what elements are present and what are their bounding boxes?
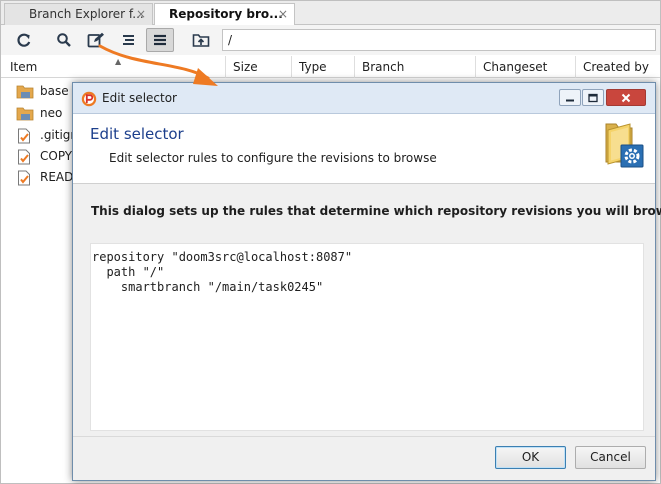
list-item-base[interactable]: base: [1, 81, 81, 102]
close-icon[interactable]: ×: [136, 4, 146, 24]
menu-icon: [154, 34, 166, 46]
file-icon: [18, 128, 30, 144]
tab-repository-browser[interactable]: Repository bro... ×: [154, 3, 295, 26]
list-item-neo[interactable]: neo: [1, 103, 81, 124]
tab-repository-browser-label: Repository bro...: [169, 7, 283, 21]
file-icon: [18, 170, 30, 186]
list-item-label: base: [40, 84, 69, 98]
list-item-readme[interactable]: READM: [1, 167, 84, 188]
close-button[interactable]: [606, 89, 646, 106]
list-view-button[interactable]: [115, 28, 141, 52]
go-to-parent-button[interactable]: [188, 28, 214, 52]
header-description: Edit selector rules to configure the rev…: [109, 151, 437, 165]
search-button[interactable]: [51, 28, 77, 52]
folder-icon: [16, 85, 34, 99]
edit-selector-button[interactable]: [83, 28, 109, 52]
list-item-label: COPYI: [40, 149, 76, 163]
ok-button[interactable]: OK: [495, 446, 566, 469]
plastic-logo-icon: [81, 91, 97, 107]
search-icon: [57, 33, 71, 47]
tab-branch-explorer-label: Branch Explorer f...: [29, 7, 144, 21]
minimize-button[interactable]: [559, 89, 581, 106]
refresh-button[interactable]: [11, 28, 37, 52]
menu-button[interactable]: [146, 28, 174, 52]
selector-line: path "/": [92, 265, 165, 279]
column-size[interactable]: Size: [225, 56, 291, 78]
folder-icon: [16, 107, 34, 121]
refresh-icon: [17, 33, 31, 47]
column-item[interactable]: Item: [1, 56, 225, 78]
list-item-label: neo: [40, 106, 63, 120]
toolbar: /: [1, 25, 660, 55]
selector-line: smartbranch "/main/task0245": [92, 280, 324, 294]
file-icon: [18, 149, 30, 165]
dialog-instruction: This dialog sets up the rules that deter…: [91, 204, 661, 218]
close-icon[interactable]: ×: [278, 4, 288, 24]
minimize-icon: [566, 99, 574, 101]
selector-line: repository "doom3src@localhost:8087": [92, 250, 353, 264]
column-type[interactable]: Type: [291, 56, 354, 78]
selector-rules-editor[interactable]: repository "doom3src@localhost:8087" pat…: [90, 243, 644, 431]
dialog-title: Edit selector: [102, 91, 177, 105]
folder-settings-icon: [605, 123, 644, 168]
column-created-by[interactable]: Created by: [575, 56, 660, 78]
list-icon: [123, 35, 134, 45]
dialog-header: Edit selector Edit selector rules to con…: [73, 114, 655, 184]
maximize-icon: [588, 93, 598, 102]
column-branch[interactable]: Branch: [354, 56, 475, 78]
tab-bar: Branch Explorer f... × Repository bro...…: [1, 1, 660, 26]
maximize-button[interactable]: [582, 89, 604, 106]
close-icon: [621, 93, 631, 102]
path-input[interactable]: /: [222, 29, 656, 51]
tab-branch-explorer[interactable]: Branch Explorer f... ×: [4, 3, 153, 25]
dialog-titlebar[interactable]: Edit selector: [73, 83, 655, 114]
edit-selector-icon: [87, 32, 104, 48]
column-changeset[interactable]: Changeset: [475, 56, 575, 78]
header-title: Edit selector: [90, 125, 184, 143]
folder-up-icon: [192, 34, 210, 47]
list-item-copying[interactable]: COPYI: [1, 146, 81, 167]
sort-ascending-icon: ▲: [115, 57, 122, 66]
edit-selector-dialog: Edit selector Edit selector Edit selecto…: [72, 82, 661, 481]
cancel-button[interactable]: Cancel: [575, 446, 646, 469]
list-item-gitignore[interactable]: .gitign: [1, 125, 81, 146]
dialog-footer: OK Cancel: [73, 436, 655, 480]
column-headers: Item ▲ Size Type Branch Changeset Create…: [1, 56, 660, 78]
